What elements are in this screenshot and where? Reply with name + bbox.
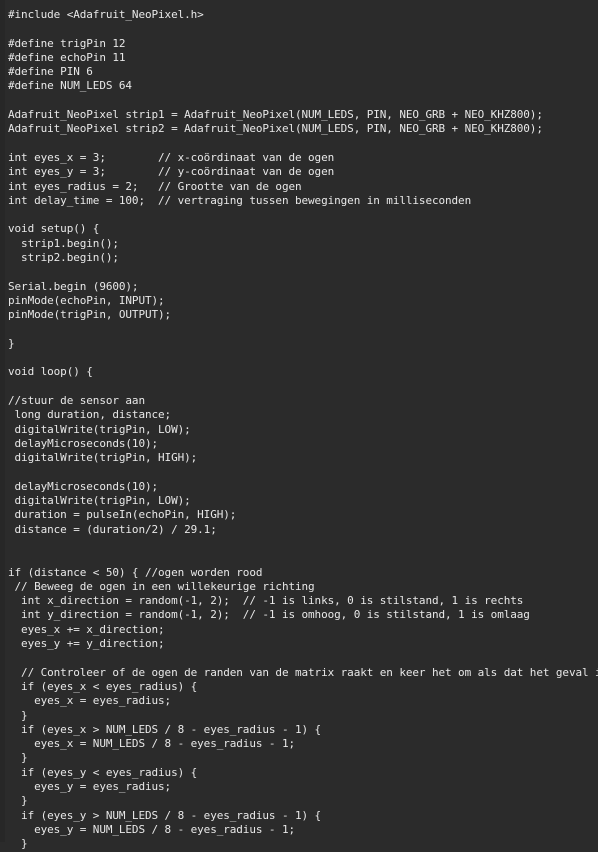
code-line: eyes_x = eyes_radius; [8, 694, 172, 708]
code-line: int eyes_x = 3; // x-coördinaat van de o… [8, 150, 335, 164]
code-viewer: #include <Adafruit_NeoPixel.h> #define t… [0, 0, 598, 850]
code-line: // Beweeg de ogen in een willekeurige ri… [8, 579, 315, 593]
code-line: long duration, distance; [8, 408, 172, 422]
code-line: } [8, 708, 28, 722]
code-line: } [8, 837, 28, 851]
code-line: strip1.begin(); [8, 236, 119, 250]
code-line: distance = (duration/2) / 29.1; [8, 522, 217, 536]
code-line: #define NUM_LEDS 64 [8, 79, 132, 93]
code-line: eyes_y = eyes_radius; [8, 780, 172, 794]
code-line: pinMode(echoPin, INPUT); [8, 293, 165, 307]
code-line: #define trigPin 12 [8, 36, 126, 50]
code-line: eyes_x += x_direction; [8, 622, 165, 636]
code-line: #define PIN 6 [8, 65, 93, 79]
code-line: pinMode(trigPin, OUTPUT); [8, 308, 172, 322]
code-line: #include <Adafruit_NeoPixel.h> [8, 8, 204, 21]
code-line: digitalWrite(trigPin, HIGH); [8, 451, 198, 465]
code-line: Adafruit_NeoPixel strip2 = Adafruit_NeoP… [8, 122, 543, 136]
code-line: void setup() { [8, 222, 100, 236]
code-line: if (eyes_y < eyes_radius) { [8, 765, 198, 779]
code-line: } [8, 794, 28, 808]
source-code-block[interactable]: #include <Adafruit_NeoPixel.h> #define t… [0, 0, 598, 852]
code-line: //stuur de sensor aan [8, 394, 145, 408]
code-line: void loop() { [8, 365, 93, 379]
code-line: if (eyes_x < eyes_radius) { [8, 679, 198, 693]
code-line: if (eyes_y > NUM_LEDS / 8 - eyes_radius … [8, 808, 322, 822]
code-line: strip2.begin(); [8, 251, 119, 265]
code-line: delayMicroseconds(10); [8, 436, 159, 450]
code-line: } [8, 751, 28, 765]
code-line: #define echoPin 11 [8, 50, 126, 64]
code-line: int eyes_y = 3; // y-coördinaat van de o… [8, 165, 335, 179]
code-line: delayMicroseconds(10); [8, 479, 159, 493]
code-line: digitalWrite(trigPin, LOW); [8, 494, 191, 508]
code-line: duration = pulseIn(echoPin, HIGH); [8, 508, 237, 522]
code-line: eyes_y = NUM_LEDS / 8 - eyes_radius - 1; [8, 822, 295, 836]
code-line: Serial.begin (9600); [8, 279, 139, 293]
code-line: if (distance < 50) { //ogen worden rood [8, 565, 263, 579]
code-line: eyes_x = NUM_LEDS / 8 - eyes_radius - 1; [8, 737, 295, 751]
code-line: if (eyes_x > NUM_LEDS / 8 - eyes_radius … [8, 722, 322, 736]
code-line: } [8, 336, 15, 350]
code-line: eyes_y += y_direction; [8, 637, 165, 651]
code-line: int delay_time = 100; // vertraging tuss… [8, 193, 472, 207]
code-line: digitalWrite(trigPin, LOW); [8, 422, 191, 436]
code-line: Adafruit_NeoPixel strip1 = Adafruit_NeoP… [8, 108, 543, 122]
code-line: // Controleer of de ogen de randen van d… [8, 665, 598, 679]
code-line: int x_direction = random(-1, 2); // -1 i… [8, 594, 524, 608]
code-line: int eyes_radius = 2; // Grootte van de o… [8, 179, 302, 193]
code-line: int y_direction = random(-1, 2); // -1 i… [8, 608, 530, 622]
